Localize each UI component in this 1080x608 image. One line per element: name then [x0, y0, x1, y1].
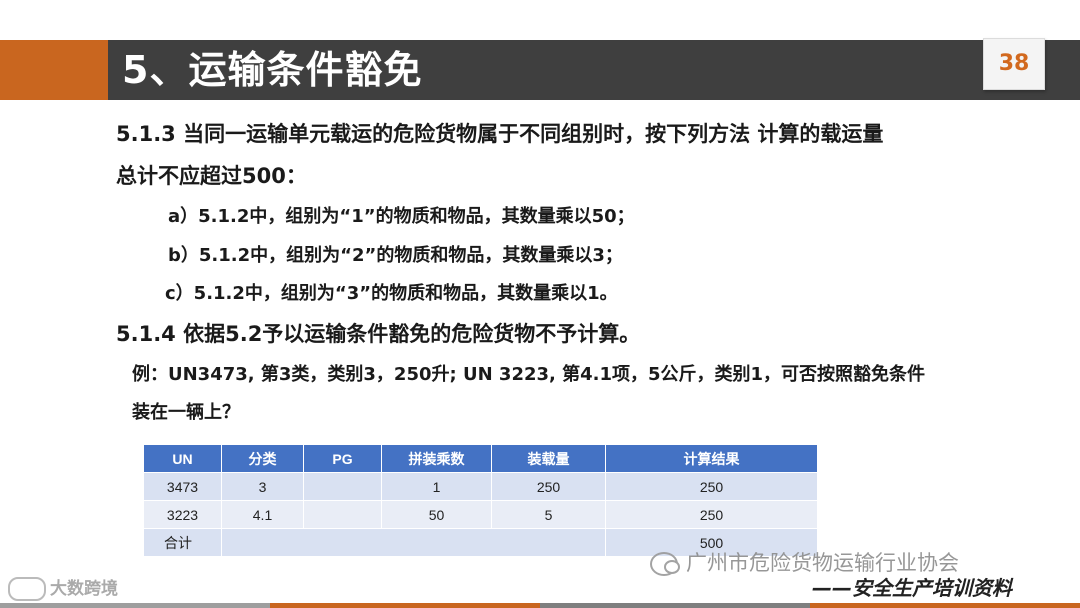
footer-bar-segment: [540, 603, 810, 608]
cell-class: 4.1: [221, 500, 304, 529]
brand-watermark: 大数跨境: [8, 574, 118, 601]
cell-pg: [303, 472, 382, 501]
cell-un: 3473: [143, 472, 222, 501]
rule-item-a: a）5.1.2中，组别为“1”的物质和物品，其数量乘以50；: [168, 206, 635, 227]
header-class: 分类: [221, 444, 304, 473]
rule-item-b: b）5.1.2中，组别为“2”的物质和物品，其数量乘以3；: [168, 245, 623, 266]
footer-bar-segment: [0, 603, 270, 608]
header-multiplier: 拼装乘数: [381, 444, 492, 473]
rule-5-1-4: 5.1.4 依据5.2予以运输条件豁免的危险货物不予计算。: [116, 322, 641, 346]
footer-bar-segment: [270, 603, 540, 608]
cell-total-label: 合计: [143, 528, 222, 557]
cell-quantity: 5: [491, 500, 606, 529]
table-row: 3473 3 1 250 250: [143, 472, 818, 501]
wechat-icon: [650, 552, 680, 576]
footer-slogan: ——安全生产培训资料: [812, 576, 1012, 600]
page-number-badge: 38: [983, 38, 1045, 90]
cell-multiplier: 50: [381, 500, 492, 529]
table-header-row: UN 分类 PG 拼装乘数 装载量 计算结果: [143, 444, 818, 473]
cell-un: 3223: [143, 500, 222, 529]
footer-bar-segment: [810, 603, 1080, 608]
example-line2: 装在一辆上？: [132, 402, 240, 423]
brand-text: 大数跨境: [50, 579, 118, 599]
rule-5-1-3-line1: 5.1.3 当同一运输单元载运的危险货物属于不同组别时，按下列方法 计算的载运量: [116, 122, 884, 146]
cell-total-empty: [221, 528, 606, 557]
slide-title: 5、运输条件豁免: [122, 48, 423, 92]
calculation-table: UN 分类 PG 拼装乘数 装载量 计算结果 3473 3 1 250 250 …: [143, 444, 818, 557]
rule-5-1-3-line2: 总计不应超过500：: [116, 164, 307, 188]
cell-class: 3: [221, 472, 304, 501]
cell-pg: [303, 500, 382, 529]
cell-result: 250: [605, 500, 818, 529]
cell-quantity: 250: [491, 472, 606, 501]
cell-result: 250: [605, 472, 818, 501]
rule-item-c: c）5.1.2中，组别为“3”的物质和物品，其数量乘以1。: [165, 283, 618, 304]
header-result: 计算结果: [605, 444, 818, 473]
example-line1: 例：UN3473, 第3类，类别3，250升; UN 3223, 第4.1项，5…: [132, 364, 926, 385]
header-pg: PG: [303, 444, 382, 473]
brand-logo-icon: [8, 577, 46, 601]
title-bar: 5、运输条件豁免: [108, 40, 1080, 100]
title-accent-block: [0, 40, 108, 100]
header-quantity: 装载量: [491, 444, 606, 473]
cell-multiplier: 1: [381, 472, 492, 501]
header-un: UN: [143, 444, 222, 473]
table-row: 3223 4.1 50 5 250: [143, 500, 818, 529]
